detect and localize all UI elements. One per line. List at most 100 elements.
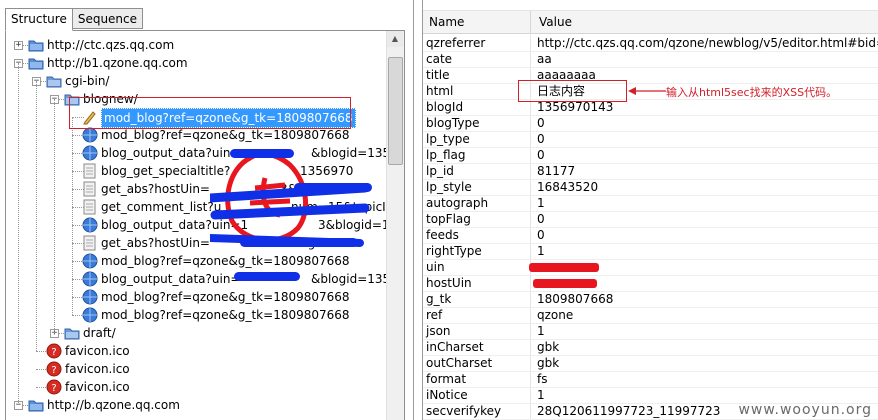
tree-row[interactable]: mod_blog?ref=qzone&g_tk=1809807668 xyxy=(6,288,387,306)
param-name: topFlag xyxy=(426,212,471,226)
param-row[interactable]: cate aa xyxy=(423,51,878,68)
param-name: hostUin xyxy=(426,276,472,290)
globe-request-icon xyxy=(82,289,98,305)
param-row[interactable]: ref qzone xyxy=(423,307,878,324)
param-name: lp_type xyxy=(426,132,470,146)
redaction-hostuin xyxy=(533,279,597,288)
param-value: 0 xyxy=(537,148,545,162)
globe-request-icon xyxy=(82,307,98,323)
tree-row[interactable]: blog_output_data?uin= &blogid=1356970 xyxy=(6,270,387,288)
param-name: format xyxy=(426,372,467,386)
tree-guide-line xyxy=(36,81,37,351)
folder-icon xyxy=(64,325,80,341)
tree-row[interactable]: − cgi-bin/ xyxy=(6,72,387,90)
param-name: g_tk xyxy=(426,292,452,306)
param-row[interactable]: lp_flag 0 xyxy=(423,147,878,164)
param-name: title xyxy=(426,68,450,82)
param-name: cate xyxy=(426,52,453,66)
param-value: gbk xyxy=(537,356,560,370)
param-name: secverifykey xyxy=(426,404,502,418)
document-request-icon xyxy=(82,181,98,197)
tree-row-label-suffix: &blogid=1356970 xyxy=(311,272,387,286)
svg-text:?: ? xyxy=(51,347,56,358)
param-name: uin xyxy=(426,260,445,274)
param-value: 0 xyxy=(537,116,545,130)
param-row[interactable]: hostUin xyxy=(423,275,878,292)
host-folder-icon xyxy=(28,37,44,53)
param-name: json xyxy=(426,324,451,338)
redaction-blue-2 xyxy=(294,183,372,192)
param-row[interactable]: format fs xyxy=(423,371,878,388)
param-row[interactable]: topFlag 0 xyxy=(423,211,878,228)
param-row[interactable]: lp_id 81177 xyxy=(423,163,878,180)
tree-row-label: draft/ xyxy=(83,326,116,340)
param-value: 0 xyxy=(537,212,545,226)
header-value[interactable]: Value xyxy=(539,15,572,29)
globe-request-icon xyxy=(82,253,98,269)
folder-icon xyxy=(46,73,62,89)
param-row[interactable]: uin xyxy=(423,259,878,276)
tree-row[interactable]: + draft/ xyxy=(6,324,387,342)
annotation-arrow-icon xyxy=(628,87,666,95)
tree-row-label: favicon.ico xyxy=(65,380,130,394)
tree-row[interactable]: − http://b1.qzone.qq.com xyxy=(6,54,387,72)
param-name: lp_flag xyxy=(426,148,466,162)
tree-row-label: http://b1.qzone.qq.com xyxy=(47,56,188,70)
param-row[interactable]: autograph 1 xyxy=(423,195,878,212)
tree-guide-line xyxy=(54,99,55,333)
selected-request-highlight-box xyxy=(69,97,351,129)
svg-text:?: ? xyxy=(51,383,56,394)
tab-structure[interactable]: Structure xyxy=(5,8,73,31)
globe-request-icon xyxy=(82,271,98,287)
param-row[interactable]: rightType 1 xyxy=(423,243,878,260)
params-table-header: Name Value xyxy=(423,10,878,34)
error-icon: ? xyxy=(46,379,62,395)
tree-scrollbar[interactable]: ▲ xyxy=(386,31,404,420)
param-value: 81177 xyxy=(537,164,576,178)
param-row[interactable]: outCharset gbk xyxy=(423,355,878,372)
tree-row-label: http://ctc.qzs.qq.com xyxy=(47,38,175,52)
param-row[interactable]: qzreferrer http://ctc.qzs.qq.com/qzone/ne… xyxy=(423,35,878,52)
request-params-pane: Name Value qzreferrer http://ctc.qzs.qq.c… xyxy=(422,0,878,420)
param-row[interactable]: lp_type 0 xyxy=(423,131,878,148)
tree-row[interactable]: − http://b.qzone.qq.com xyxy=(6,396,387,414)
globe-request-icon xyxy=(82,127,98,143)
param-row[interactable]: json 1 xyxy=(423,323,878,340)
scroll-thumb[interactable] xyxy=(388,57,403,165)
tree-row[interactable]: + http://ctc.qzs.qq.com xyxy=(6,36,387,54)
tab-sequence[interactable]: Sequence xyxy=(71,8,144,29)
header-separator[interactable] xyxy=(530,11,531,33)
header-name[interactable]: Name xyxy=(429,15,464,29)
tree-row-label: get_comment_list?u xyxy=(101,200,222,214)
param-value: 1 xyxy=(537,244,545,258)
scroll-up-button[interactable]: ▲ xyxy=(387,31,403,47)
redaction-uin xyxy=(529,263,599,272)
param-value: 1 xyxy=(537,196,545,210)
expand-icon[interactable]: + xyxy=(14,41,23,50)
tree-guide-line xyxy=(72,117,73,315)
tree-row[interactable]: ? favicon.ico xyxy=(6,378,387,396)
param-name: iNotice xyxy=(426,388,468,402)
tree-row[interactable]: mod_blog?ref=qzone&g_tk=1809807668 xyxy=(6,306,387,324)
tree-row[interactable]: ? favicon.ico xyxy=(6,342,387,360)
svg-text:?: ? xyxy=(51,365,56,376)
param-row[interactable]: feeds 0 xyxy=(423,227,878,244)
tree-row-label: favicon.ico xyxy=(65,362,130,376)
param-row[interactable]: inCharset gbk xyxy=(423,339,878,356)
param-name: blogId xyxy=(426,100,464,114)
param-name: ref xyxy=(426,308,443,322)
document-request-icon xyxy=(82,163,98,179)
param-value: qzone xyxy=(537,308,574,322)
param-row[interactable]: lp_style 16843520 xyxy=(423,179,878,196)
param-name: inCharset xyxy=(426,340,484,354)
param-row[interactable]: title aaaaaaaa xyxy=(423,67,878,84)
param-row[interactable]: blogId 1356970143 xyxy=(423,99,878,116)
redaction-blue-4 xyxy=(234,272,300,281)
param-name: feeds xyxy=(426,228,459,242)
param-value: fs xyxy=(537,372,548,386)
host-folder-icon xyxy=(28,397,44,413)
param-row[interactable]: g_tk 1809807668 xyxy=(423,291,878,308)
tree-row-label: blog_output_data?uin= xyxy=(101,272,241,286)
tree-row[interactable]: ? favicon.ico xyxy=(6,360,387,378)
param-row[interactable]: blogType 0 xyxy=(423,115,878,132)
